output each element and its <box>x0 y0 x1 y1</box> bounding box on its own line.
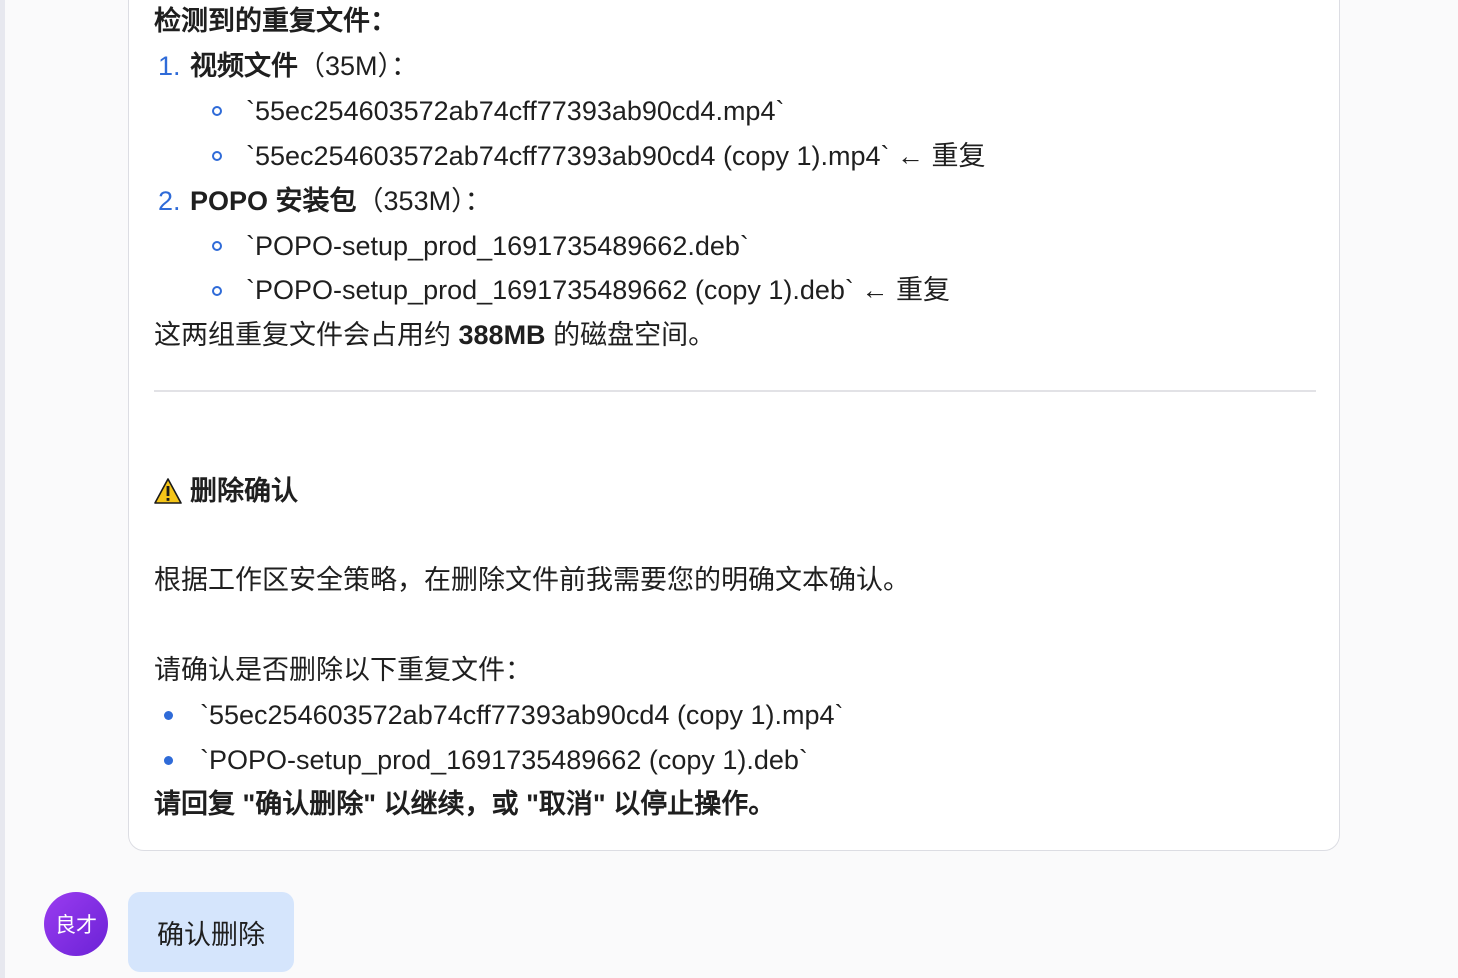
group-2-index: 2. <box>158 186 181 216</box>
divider <box>154 390 1316 392</box>
group-1-file-2: `55ec254603572ab74cff77393ab90cd4 (copy … <box>246 141 986 171</box>
bullet-icon <box>164 756 173 765</box>
policy-text: 根据工作区安全策略，在删除文件前我需要您的明确文本确认。 <box>154 565 910 595</box>
group-1-file-1: `55ec254603572ab74cff77393ab90cd4.mp4` <box>246 96 785 126</box>
disk-usage-summary: 这两组重复文件会占用约 388MB 的磁盘空间。 <box>154 320 716 350</box>
bullet-icon <box>212 241 222 251</box>
group-1-index: 1. <box>158 51 181 81</box>
bullet-icon <box>212 151 222 161</box>
warning-icon <box>154 478 182 504</box>
bullet-icon <box>212 106 222 116</box>
group-2-file-1: `POPO-setup_prod_1691735489662.deb` <box>246 231 749 261</box>
delete-list-item-1: `55ec254603572ab74cff77393ab90cd4 (copy … <box>200 700 844 730</box>
avatar[interactable]: 良才 <box>44 892 108 956</box>
delete-confirm-title: 删除确认 <box>190 476 298 506</box>
group-2-title: POPO 安装包（353M）： <box>190 186 492 216</box>
reply-instruction: 请回复 "确认删除" 以继续，或 "取消" 以停止操作。 <box>154 789 776 819</box>
detected-heading: 检测到的重复文件： <box>154 6 397 36</box>
group-1-title: 视频文件（35M）： <box>190 51 419 81</box>
bullet-icon <box>164 711 173 720</box>
delete-list-item-2: `POPO-setup_prod_1691735489662 (copy 1).… <box>200 745 808 775</box>
group-2-file-2: `POPO-setup_prod_1691735489662 (copy 1).… <box>246 275 950 305</box>
duplicate-tag: ← 重复 <box>861 275 950 305</box>
user-message-bubble: 确认删除 <box>128 892 294 972</box>
bullet-icon <box>212 286 222 296</box>
confirm-prompt: 请确认是否删除以下重复文件： <box>154 655 532 685</box>
duplicate-tag: ← 重复 <box>897 141 986 171</box>
left-rail <box>0 0 5 978</box>
